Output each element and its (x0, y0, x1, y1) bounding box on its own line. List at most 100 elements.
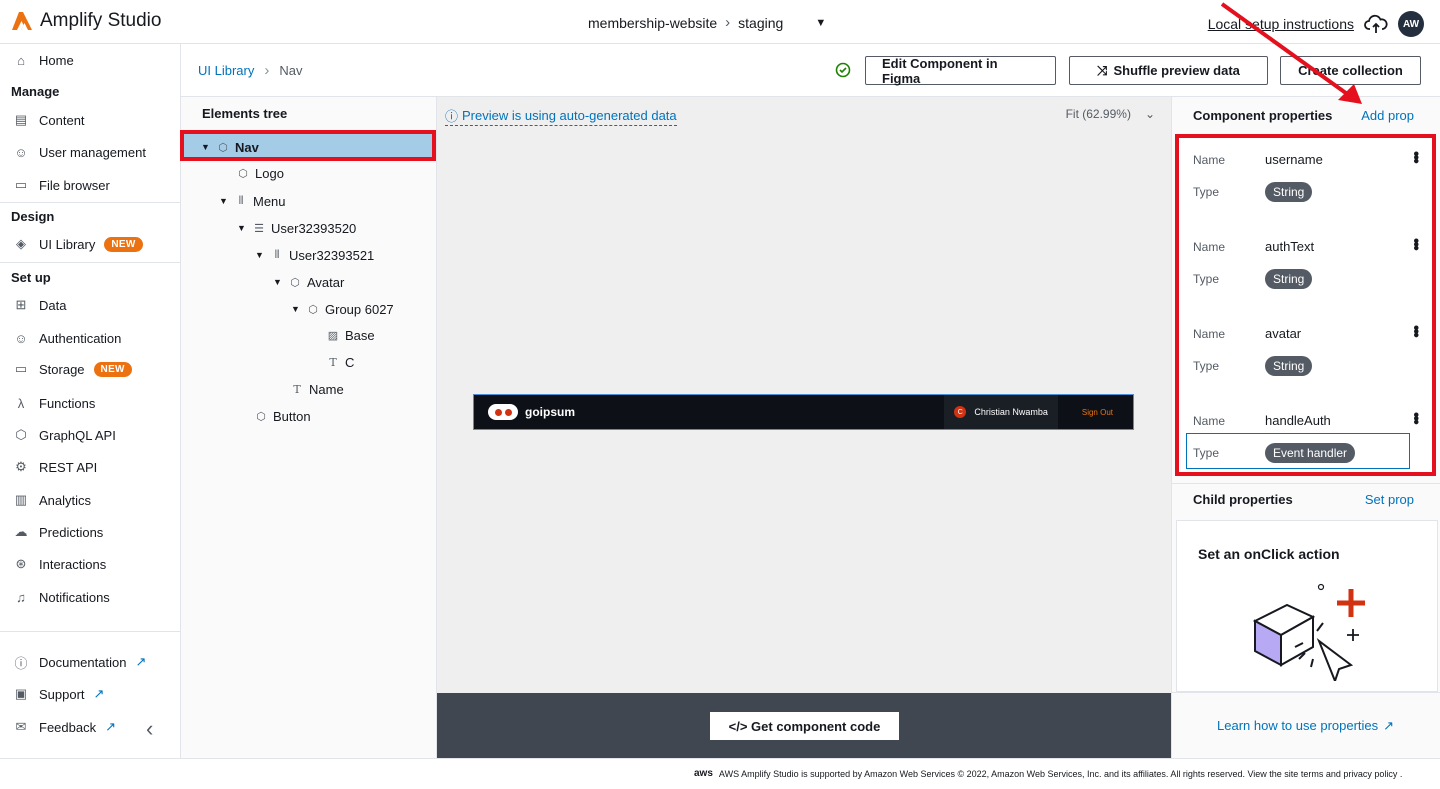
tree-node-label: Avatar (307, 274, 345, 290)
tree-node-menu[interactable]: ▼ ⫴ Menu (219, 192, 286, 210)
app-brand: Amplify Studio (40, 10, 162, 31)
sidebar-item-home[interactable]: ⌂ Home (12, 50, 74, 70)
component-properties-title: Component properties (1193, 108, 1333, 123)
footer-text: AWS Amplify Studio is supported by Amazo… (718, 768, 1403, 779)
section-setup: Set up (11, 270, 51, 285)
prop-type-pill[interactable]: Event handler (1265, 443, 1356, 463)
prop-type-pill[interactable]: String (1265, 356, 1313, 376)
sidebar-item-documentation[interactable]: ⓘ Documentation ↗ (12, 652, 146, 672)
type-label: Type (1193, 272, 1220, 286)
get-component-code-button[interactable]: </> Get component code (710, 712, 899, 740)
sidebar-item-label: Feedback (39, 719, 97, 735)
preview-user-area: C Christian Nwamba (944, 395, 1058, 429)
name-label: Name (1193, 152, 1226, 167)
sidebar-item-label: File browser (39, 177, 110, 193)
sidebar-item-label: Functions (39, 395, 96, 411)
tree-node-avatar[interactable]: ▼ ⬡ Avatar (273, 273, 344, 291)
data-icon: ⊞ (15, 297, 27, 312)
caret-down-icon[interactable]: ▼ (815, 17, 826, 29)
tree-node-base[interactable]: ▨ Base (327, 326, 375, 344)
footer: aws AWS Amplify Studio is supported by A… (0, 758, 1440, 789)
caret-down-icon[interactable]: ▼ (291, 304, 301, 314)
more-options-icon[interactable]: ••• (1406, 325, 1424, 336)
name-label: Name (1193, 413, 1226, 428)
tree-node-group-6027[interactable]: ▼ ⬡ Group 6027 (291, 300, 394, 318)
divider (1172, 692, 1440, 693)
auth-user-icon: ☺ (14, 330, 28, 346)
tree-node-label: Logo (255, 165, 284, 181)
sidebar-item-analytics[interactable]: ▥ Analytics (12, 490, 91, 510)
preview-canvas[interactable]: ⓘ Preview is using auto-generated data F… (437, 97, 1171, 693)
tree-node-button[interactable]: ⬡ Button (255, 407, 310, 425)
analytics-icon: ▥ (14, 492, 28, 507)
component-icon: ⬡ (238, 167, 248, 180)
user-avatar[interactable]: AW (1398, 11, 1424, 37)
breadcrumb-current: Nav (279, 63, 303, 78)
sidebar-item-notifications[interactable]: ♫ Notifications (12, 587, 110, 607)
prop-type-pill[interactable]: String (1265, 182, 1313, 202)
caret-down-icon[interactable]: ▼ (237, 223, 247, 233)
external-link-icon: ↗ (1383, 718, 1395, 733)
tree-node-user32393520[interactable]: ▼ ☰ User32393520 (237, 219, 356, 237)
sidebar-item-file-browser[interactable]: ▭ File browser (12, 175, 110, 195)
info-icon: ⓘ (14, 655, 28, 671)
sidebar-item-user-management[interactable]: ☺ User management (12, 142, 146, 162)
columns-icon: ⫴ (238, 194, 244, 207)
edit-figma-button[interactable]: Edit Component in Figma (865, 56, 1056, 86)
sidebar-item-feedback[interactable]: ✉ Feedback ↗ (12, 717, 116, 737)
prop-name[interactable]: authText (1265, 239, 1314, 254)
more-options-icon[interactable]: ••• (1406, 151, 1424, 162)
sidebar-item-authentication[interactable]: ☺ Authentication (12, 328, 121, 348)
learn-properties-link[interactable]: Learn how to use properties ↗ (1217, 718, 1394, 734)
divider (1172, 483, 1440, 484)
sidebar-item-rest-api[interactable]: ⚙ REST API (12, 457, 97, 477)
prop-name[interactable]: avatar (1265, 326, 1301, 341)
caret-down-icon[interactable]: ▼ (219, 196, 229, 206)
sidebar-item-label: Analytics (39, 492, 92, 508)
prop-type-pill[interactable]: String (1265, 269, 1313, 289)
user-icon: ☺ (14, 144, 28, 160)
add-prop-link[interactable]: Add prop (1361, 108, 1414, 123)
tree-node-nav[interactable]: ▼ ⬡ Nav (201, 138, 259, 156)
sidebar-item-interactions[interactable]: ⊛ Interactions (12, 554, 107, 574)
sidebar-item-content[interactable]: ▤ Content (12, 110, 85, 130)
caret-down-icon[interactable]: ▼ (273, 277, 283, 287)
new-badge: NEW (93, 361, 132, 377)
sidebar-item-ui-library[interactable]: ◈ UI Library NEW (12, 234, 143, 254)
image-icon: ▨ (327, 329, 339, 342)
sidebar-item-predictions[interactable]: ☁ Predictions (12, 522, 104, 542)
rows-icon: ☰ (254, 222, 264, 235)
collapse-sidebar-icon[interactable]: ‹ (146, 716, 153, 742)
prop-type-row: Type String (1193, 356, 1313, 376)
sidebar-item-support[interactable]: ▣ Support ↗ (12, 684, 105, 704)
onclick-card-title: Set an onClick action (1198, 546, 1340, 562)
chevron-down-icon: ⌄ (1144, 107, 1155, 121)
type-label: Type (1193, 185, 1220, 199)
zoom-level: Fit (62.99%) (1065, 107, 1131, 121)
divider (0, 631, 180, 632)
onclick-card: Set an onClick action (1176, 520, 1438, 692)
prop-name[interactable]: handleAuth (1265, 413, 1331, 428)
sidebar-item-data[interactable]: ⊞ Data (12, 295, 67, 315)
zoom-select[interactable]: Fit (62.99%) ⌄ (1066, 107, 1155, 121)
more-options-icon[interactable]: ••• (1406, 238, 1424, 249)
caret-down-icon[interactable]: ▼ (201, 142, 211, 152)
sidebar-item-storage[interactable]: ▭ Storage NEW (12, 359, 132, 379)
app-logo[interactable]: Amplify Studio (12, 10, 161, 32)
preview-note[interactable]: ⓘ Preview is using auto-generated data (445, 106, 677, 126)
breadcrumb-ui-library[interactable]: UI Library (198, 63, 254, 78)
external-link-icon: ↗ (93, 686, 105, 701)
tree-node-user32393521[interactable]: ▼ ⫴ User32393521 (255, 246, 374, 264)
caret-down-icon[interactable]: ▼ (255, 250, 265, 260)
nav-component-preview[interactable]: goipsum C Christian Nwamba Sign Out (473, 394, 1134, 430)
sidebar-item-functions[interactable]: λ Functions (12, 393, 96, 413)
app-env-selector[interactable]: membership-website › staging ▼ (588, 14, 826, 31)
home-icon: ⌂ (17, 52, 25, 68)
more-options-icon[interactable]: ••• (1406, 412, 1424, 423)
set-prop-link[interactable]: Set prop (1365, 492, 1414, 507)
prop-name[interactable]: username (1265, 152, 1323, 167)
tree-node-c[interactable]: TC (327, 353, 354, 371)
sidebar-item-graphql-api[interactable]: ⬡ GraphQL API (12, 425, 116, 445)
tree-node-name[interactable]: T Name (291, 380, 343, 398)
tree-node-logo[interactable]: ⬡ Logo (237, 164, 284, 182)
